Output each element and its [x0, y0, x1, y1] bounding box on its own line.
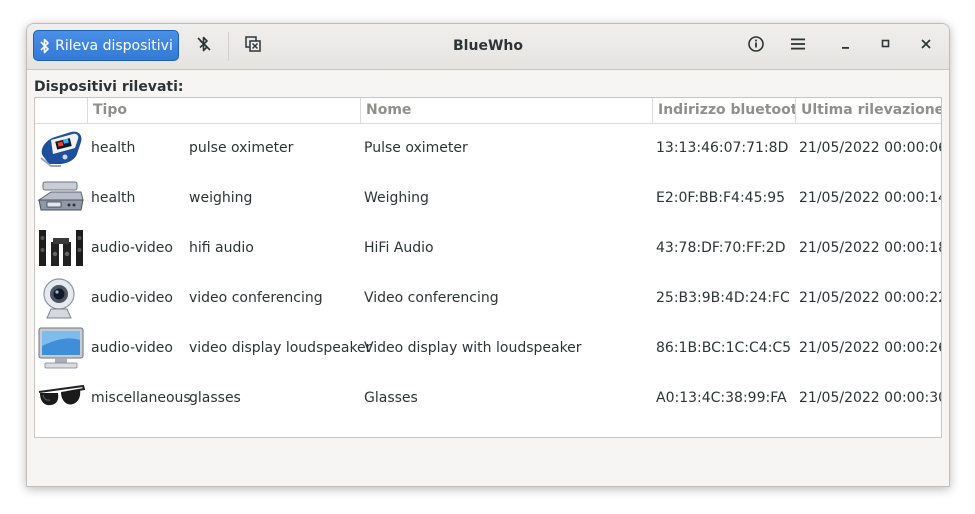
device-name: Video display with loudspeaker [364, 340, 582, 356]
device-last-seen: 21/05/2022 00:00:06 [799, 140, 942, 156]
monitor-icon [37, 326, 85, 370]
device-address: 25:B3:9B:4D:24:FC [656, 290, 790, 306]
table-row[interactable]: audio-video video display loudspeaker Vi… [35, 323, 941, 373]
device-address: E2:0F:BB:F4:45:95 [656, 190, 786, 206]
column-header-address[interactable]: Indirizzo bluetooth [652, 98, 795, 123]
section-label: Dispositivi rilevati: [34, 79, 184, 95]
window-title: BlueWho [453, 38, 523, 54]
info-icon [747, 35, 765, 57]
device-category: health [91, 190, 136, 206]
header-separator [228, 32, 229, 61]
webcam-icon [37, 276, 85, 320]
device-name: Glasses [364, 390, 418, 406]
minimize-button[interactable] [831, 32, 861, 60]
clear-list-icon [244, 35, 262, 57]
device-address: 13:13:46:07:71:8D [656, 140, 789, 156]
scan-devices-label: Rileva dispositivi [55, 37, 173, 54]
table-row[interactable]: audio-video hifi audio HiFi Audio 43:78:… [35, 223, 941, 273]
maximize-button[interactable] [871, 32, 901, 60]
device-category: audio-video [91, 240, 173, 256]
table-row[interactable]: health pulse oximeter Pulse oximeter 13:… [35, 123, 941, 173]
device-category: health [91, 140, 136, 156]
device-subtype: hifi audio [189, 240, 254, 256]
device-last-seen: 21/05/2022 00:00:22 [799, 290, 942, 306]
device-subtype: video conferencing [189, 290, 323, 306]
app-window: Rileva dispositivi BlueWho Dispositivi r… [26, 23, 950, 487]
device-subtype: weighing [189, 190, 253, 206]
weighing-scale-icon [37, 176, 85, 220]
device-name: Pulse oximeter [364, 140, 468, 156]
header-bar: Rileva dispositivi BlueWho [27, 24, 949, 70]
close-icon [920, 38, 932, 54]
close-button[interactable] [911, 32, 941, 60]
device-last-seen: 21/05/2022 00:00:30 [799, 390, 942, 406]
device-name: Weighing [364, 190, 429, 206]
hifi-speakers-icon [37, 226, 85, 270]
pulse-oximeter-icon [37, 126, 85, 170]
device-last-seen: 21/05/2022 00:00:18 [799, 240, 942, 256]
hamburger-menu-icon [790, 37, 806, 55]
column-header-last-seen[interactable]: Ultima rilevazione [795, 98, 941, 123]
column-header-name[interactable]: Nome [360, 98, 652, 123]
main-menu-button[interactable] [783, 32, 813, 60]
table-header: Tipo Nome Indirizzo bluetooth Ultima ril… [35, 98, 941, 124]
about-button[interactable] [741, 32, 771, 60]
table-row[interactable]: miscellaneous glasses Glasses A0:13:4C:3… [35, 373, 941, 423]
device-subtype: video display loudspeaker [189, 340, 372, 356]
device-address: A0:13:4C:38:99:FA [656, 390, 787, 406]
device-subtype: pulse oximeter [189, 140, 294, 156]
table-row[interactable]: audio-video video conferencing Video con… [35, 273, 941, 323]
glasses-icon [37, 376, 86, 420]
device-subtype: glasses [189, 390, 241, 406]
column-header-type[interactable]: Tipo [87, 98, 360, 123]
bluetooth-disabled-button[interactable] [189, 32, 219, 60]
bluetooth-disabled-icon [195, 35, 213, 57]
device-name: HiFi Audio [364, 240, 434, 256]
maximize-icon [880, 38, 892, 54]
minimize-icon [840, 38, 852, 54]
device-category: miscellaneous [91, 390, 191, 406]
device-category: audio-video [91, 340, 173, 356]
clear-list-button[interactable] [238, 32, 268, 60]
device-name: Video conferencing [364, 290, 499, 306]
device-address: 86:1B:BC:1C:C4:C5 [656, 340, 792, 356]
table-row[interactable]: health weighing Weighing E2:0F:BB:F4:45:… [35, 173, 941, 223]
devices-list[interactable]: Tipo Nome Indirizzo bluetooth Ultima ril… [34, 97, 942, 438]
bluetooth-icon [39, 38, 51, 54]
device-last-seen: 21/05/2022 00:00:14 [799, 190, 942, 206]
device-category: audio-video [91, 290, 173, 306]
device-address: 43:78:DF:70:FF:2D [656, 240, 786, 256]
scan-devices-button[interactable]: Rileva dispositivi [33, 30, 179, 61]
device-last-seen: 21/05/2022 00:00:26 [799, 340, 942, 356]
